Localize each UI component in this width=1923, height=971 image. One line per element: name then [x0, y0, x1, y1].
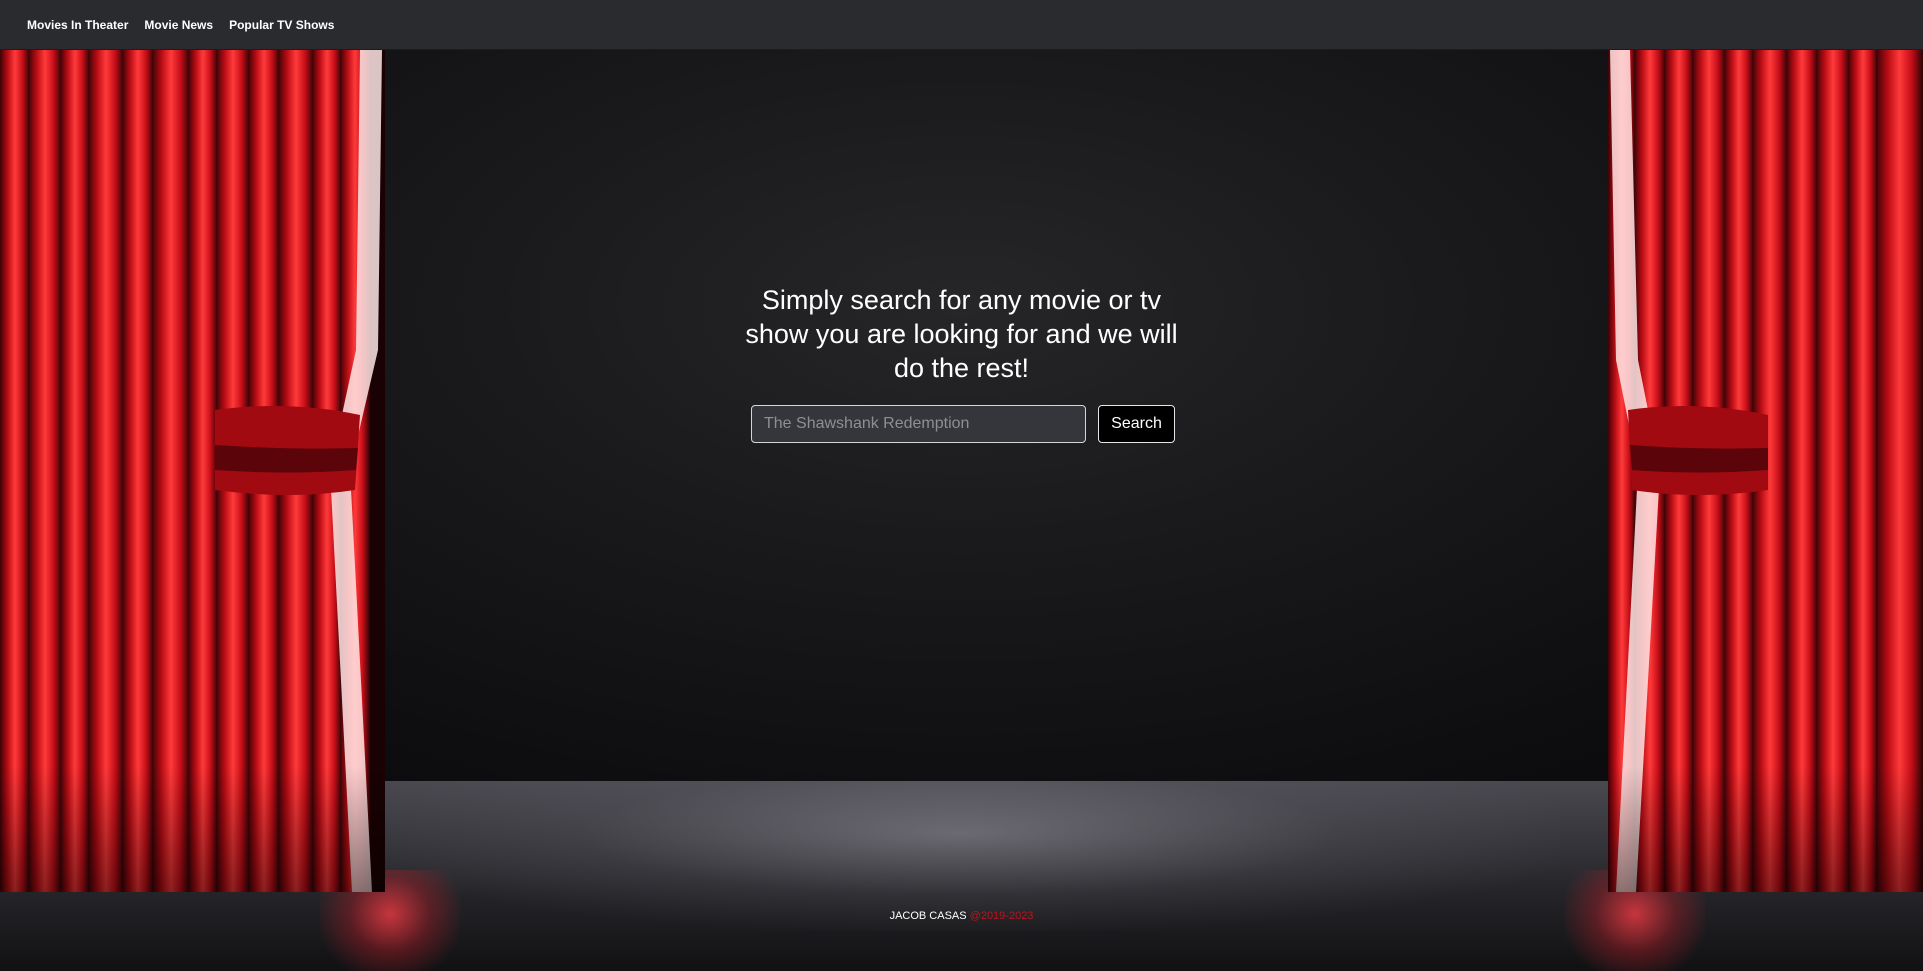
- hero-section: Simply search for any movie or tv show y…: [745, 283, 1178, 385]
- nav-link-movie-news[interactable]: Movie News: [144, 18, 213, 32]
- right-curtain-icon: [1608, 50, 1923, 892]
- search-button[interactable]: Search: [1098, 405, 1175, 443]
- stage-floor-glow: [360, 781, 1560, 931]
- search-form: Search: [751, 405, 1175, 443]
- search-input[interactable]: [751, 405, 1086, 443]
- footer-author: JACOB CASAS: [889, 910, 967, 922]
- top-navbar: Movies In Theater Movie News Popular TV …: [0, 0, 1923, 50]
- stage-background: [0, 50, 1923, 971]
- nav-link-popular-tv-shows[interactable]: Popular TV Shows: [229, 18, 334, 32]
- hero-title: Simply search for any movie or tv show y…: [745, 285, 1178, 383]
- left-curtain-icon: [0, 50, 385, 892]
- page: Movies In Theater Movie News Popular TV …: [0, 0, 1923, 971]
- footer: JACOB CASAS @2019-2023: [0, 910, 1923, 922]
- nav-link-movies-in-theater[interactable]: Movies In Theater: [27, 18, 128, 32]
- footer-copyright-years: @2019-2023: [969, 910, 1034, 922]
